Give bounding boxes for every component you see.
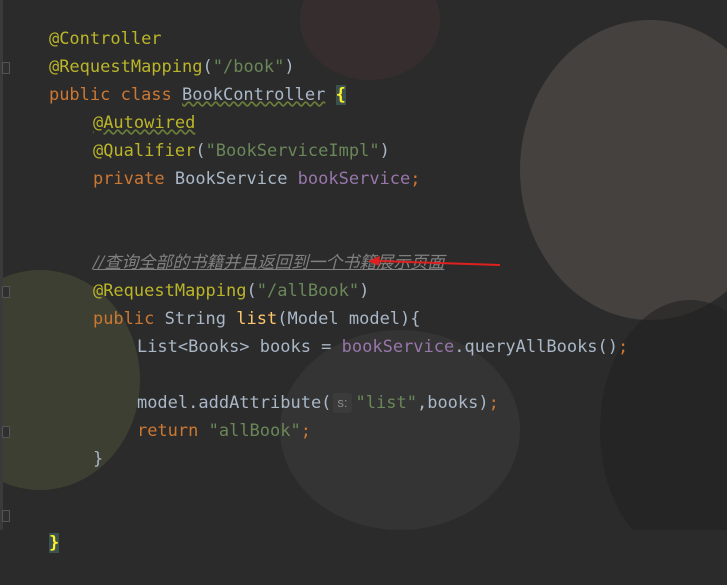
brace-close-highlight: } [48, 533, 60, 553]
red-arrow-annotation [368, 256, 501, 266]
arrow-head [368, 256, 380, 266]
arrow-shaft [377, 260, 501, 266]
